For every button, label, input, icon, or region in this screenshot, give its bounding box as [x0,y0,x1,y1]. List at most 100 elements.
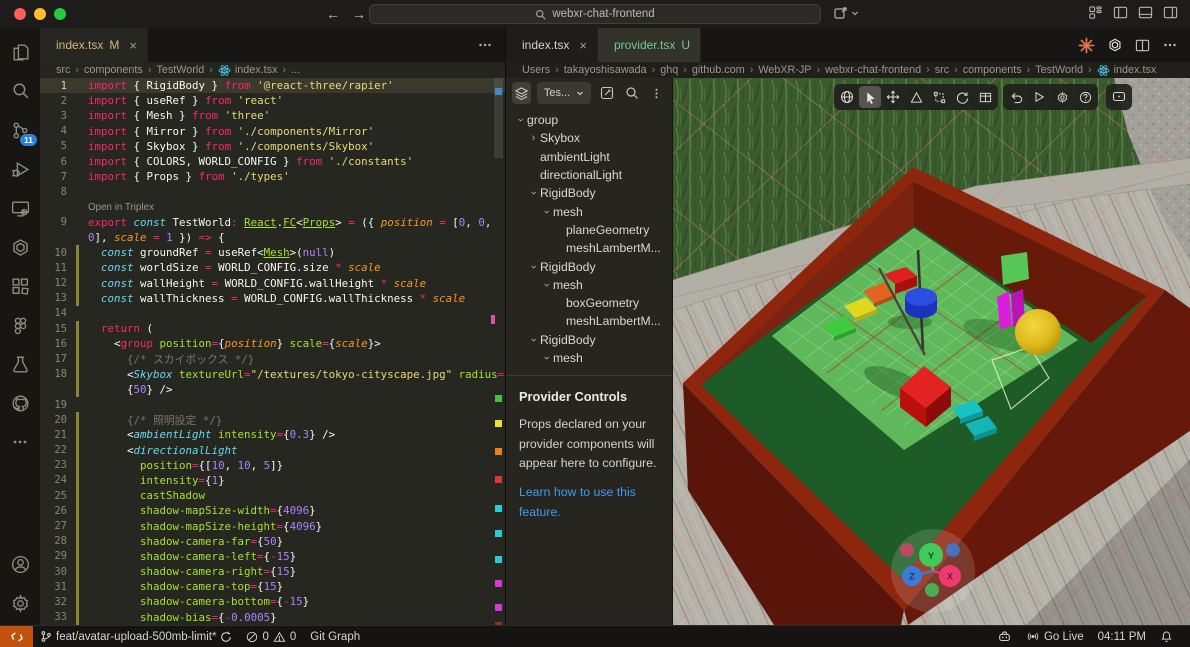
close-tab-icon[interactable]: × [579,38,587,53]
settings-gear-icon[interactable] [4,587,36,619]
run-debug-icon[interactable] [4,153,36,185]
tree-item-mesh[interactable]: ›mesh [506,349,672,367]
provider-learn-link[interactable]: Learn how to use this feature. [519,483,651,522]
breadcrumb-item[interactable]: components [963,64,1022,76]
minimize-window-button[interactable] [34,8,46,20]
breadcrumb[interactable]: Users›takayoshisawada›ghq›github.com›Web… [506,62,1190,78]
more-actions-icon[interactable] [1162,37,1178,53]
tree-item-skybox[interactable]: ›Skybox [506,129,672,147]
live-preview-icon[interactable] [4,192,36,224]
notifications-item[interactable] [1153,630,1180,643]
breadcrumb-item[interactable]: index.tsx [235,64,278,76]
figma-icon[interactable] [4,309,36,341]
source-control-icon[interactable]: 11 [4,114,36,146]
code-lens[interactable]: Open in Triplex [40,200,505,215]
tree-item-rigidbody[interactable]: ›RigidBody [506,184,672,202]
extensions-icon[interactable] [4,270,36,302]
triplex-3d-viewport[interactable]: Y X Z [506,78,1190,625]
tree-item-rigidbody[interactable]: ›RigidBody [506,257,672,275]
toggle-secondary-sidebar-icon[interactable] [1163,5,1178,20]
forward-icon[interactable]: → [352,4,366,24]
breadcrumb-item[interactable]: index.tsx [1114,64,1157,76]
blue-cylinder[interactable] [905,288,937,318]
undo-icon[interactable] [1005,86,1027,108]
scale-tool-icon[interactable] [905,86,927,108]
yellow-sphere[interactable] [1015,309,1061,355]
chatgpt-icon[interactable] [4,231,36,263]
toggle-sidebar-icon[interactable] [1113,5,1128,20]
toggle-panel-icon[interactable] [1138,5,1153,20]
chatgpt-icon[interactable] [1107,37,1123,53]
split-editor-icon[interactable] [1135,38,1150,53]
breadcrumb-item[interactable]: github.com [692,64,745,76]
git-graph-item[interactable]: Git Graph [303,631,367,643]
git-branch-item[interactable]: feat/avatar-upload-500mb-limit* [33,630,239,643]
select-cursor-tool-icon[interactable] [859,86,881,108]
chevron-down-icon[interactable]: › [528,187,540,200]
more-actions-icon[interactable] [477,37,493,53]
problems-item[interactable]: 0 0 [239,631,303,643]
breadcrumb-item[interactable]: ... [291,64,300,76]
remote-indicator[interactable] [0,626,33,647]
edit-scene-icon[interactable] [597,82,616,104]
explorer-icon[interactable] [4,36,36,68]
breadcrumb-item[interactable]: TestWorld [156,64,204,76]
chevron-down-icon[interactable]: › [528,333,540,346]
globe-tool-icon[interactable] [836,86,858,108]
breadcrumb[interactable]: src›components›TestWorld›index.tsx›... [40,62,505,78]
chevron-down-icon[interactable]: › [515,114,527,127]
tree-item-meshlambertm[interactable]: meshLambertM... [506,312,672,330]
kebab-menu-icon[interactable] [647,82,666,104]
breadcrumb-item[interactable]: takayoshisawada [564,64,647,76]
breadcrumb-item[interactable]: TestWorld [1035,64,1083,76]
breadcrumb-item[interactable]: Users [522,64,550,76]
new-window-button[interactable] [833,5,859,21]
help-icon[interactable] [1074,86,1096,108]
chevron-right-icon[interactable]: › [527,132,540,144]
breadcrumb-item[interactable]: src [935,64,949,76]
copilot-item[interactable] [990,630,1019,644]
search-icon[interactable] [622,82,641,104]
grid-tool-icon[interactable] [974,86,996,108]
settings-gear-icon[interactable] [1051,86,1073,108]
play-icon[interactable] [1028,86,1050,108]
account-icon[interactable] [4,548,36,580]
chevron-down-icon[interactable]: › [541,278,553,291]
triplex-icon[interactable] [1078,37,1095,54]
breadcrumb-item[interactable]: components [84,64,143,76]
breadcrumb-item[interactable]: WebXR-JP [758,64,811,76]
transform-box-tool-icon[interactable] [928,86,950,108]
layers-icon[interactable] [512,82,531,104]
tree-item-boxgeometry[interactable]: boxGeometry [506,294,672,312]
customize-layout-icon[interactable] [1088,5,1103,20]
tree-item-ambientlight[interactable]: ambientLight [506,148,672,166]
tree-item-directionallight[interactable]: directionalLight [506,166,672,184]
rotate-tool-icon[interactable] [951,86,973,108]
tab-provider-tsx[interactable]: provider.tsx U [598,28,701,62]
scene-selector-dropdown[interactable]: Tes... [537,82,591,104]
window-controls[interactable] [14,8,66,20]
tab-index-tsx-left[interactable]: index.tsx M × [40,28,148,62]
tree-item-planegeometry[interactable]: planeGeometry [506,221,672,239]
chevron-down-icon[interactable]: › [528,260,540,273]
tree-item-group[interactable]: ›group [506,111,672,129]
code-editor[interactable]: 1import { RigidBody } from '@react-three… [40,78,505,625]
chevron-down-icon[interactable]: › [541,205,553,218]
chevron-down-icon[interactable]: › [541,352,553,365]
translate-tool-icon[interactable] [882,86,904,108]
command-center-search[interactable]: webxr-chat-frontend [369,4,821,24]
clock-item[interactable]: 04:11 PM [1091,631,1153,643]
breadcrumb-item[interactable]: src [56,64,70,76]
tree-item-rigidbody[interactable]: ›RigidBody [506,331,672,349]
search-icon[interactable] [4,75,36,107]
tree-item-meshlambertm[interactable]: meshLambertM... [506,239,672,257]
zoom-window-button[interactable] [54,8,66,20]
more-views-icon[interactable] [4,426,36,458]
github-icon[interactable] [4,387,36,419]
breadcrumb-item[interactable]: webxr-chat-frontend [825,64,921,76]
breadcrumb-item[interactable]: ghq [660,64,678,76]
comment-frame-icon[interactable] [1108,86,1130,108]
tree-item-mesh[interactable]: ›mesh [506,276,672,294]
close-window-button[interactable] [14,8,26,20]
test-beaker-icon[interactable] [4,348,36,380]
